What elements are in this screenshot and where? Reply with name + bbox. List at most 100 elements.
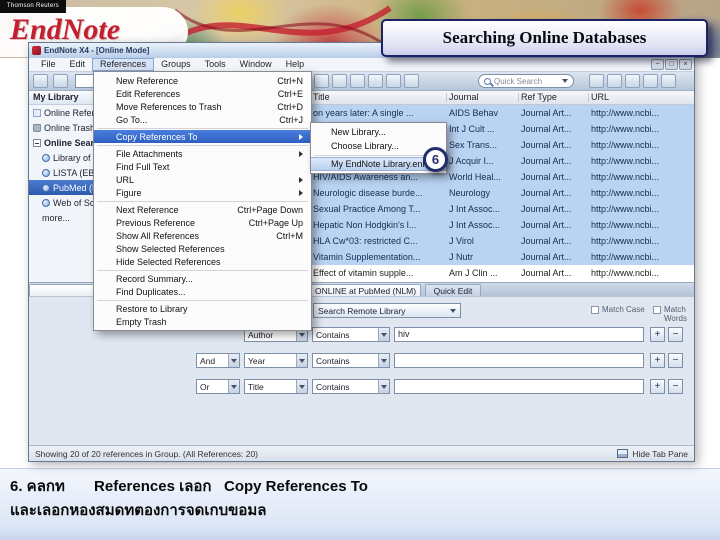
- thomson-reuters-logo: Thomson Reuters: [0, 0, 66, 13]
- field-select[interactable]: Year: [244, 353, 308, 368]
- submenu-arrow-icon: [299, 189, 303, 196]
- menu-item-url[interactable]: URL: [94, 173, 311, 186]
- help-icon[interactable]: [661, 74, 676, 88]
- go-to-word-icon[interactable]: [643, 74, 658, 88]
- chevron-down-icon: [562, 79, 568, 83]
- add-search-row-button[interactable]: +: [650, 379, 665, 394]
- menu-item-figure[interactable]: Figure: [94, 186, 311, 199]
- match-words-checkbox[interactable]: [653, 306, 661, 314]
- menu-window[interactable]: Window: [233, 58, 279, 71]
- menu-separator: [97, 200, 308, 202]
- caption-band: 6. คลกท References เลอก Copy References …: [0, 468, 720, 540]
- import-icon[interactable]: [350, 74, 365, 88]
- field-select[interactable]: Title: [244, 379, 308, 394]
- chevron-down-icon: [450, 308, 456, 313]
- chevron-down-icon: [231, 384, 237, 389]
- menu-tools[interactable]: Tools: [198, 58, 233, 71]
- column-divider[interactable]: [518, 93, 519, 102]
- column-journal[interactable]: Journal: [449, 91, 479, 104]
- match-case-checkbox[interactable]: [591, 306, 599, 314]
- integrated-mode-icon[interactable]: [33, 74, 48, 88]
- remove-search-row-button[interactable]: −: [668, 327, 683, 342]
- collapse-box-icon[interactable]: [33, 138, 41, 147]
- column-divider[interactable]: [446, 93, 447, 102]
- comparator-select[interactable]: Contains: [312, 327, 390, 342]
- add-search-row-button[interactable]: +: [650, 327, 665, 342]
- chevron-down-icon: [381, 358, 387, 363]
- references-menu: New Reference Ctrl+N Edit References Ctrl+…: [93, 71, 312, 331]
- add-search-row-button[interactable]: +: [650, 353, 665, 368]
- boolean-select[interactable]: And: [196, 353, 240, 368]
- chevron-down-icon: [299, 358, 305, 363]
- hide-tab-pane-icon[interactable]: [617, 449, 629, 458]
- copy-icon[interactable]: [589, 74, 604, 88]
- submenu-arrow-icon: [299, 176, 303, 183]
- doc-close-button[interactable]: ×: [679, 59, 692, 70]
- format-bibliography-icon[interactable]: [625, 74, 640, 88]
- comparator-select[interactable]: Contains: [312, 379, 390, 394]
- menu-item-copy-references-to[interactable]: Copy References To: [94, 130, 311, 143]
- menu-item-show-selected-references[interactable]: Show Selected References: [94, 242, 311, 255]
- hide-tab-pane-label[interactable]: Hide Tab Pane: [632, 449, 688, 459]
- search-term-input[interactable]: hiv: [394, 327, 644, 342]
- menu-item-edit-references[interactable]: Edit References Ctrl+E: [94, 87, 311, 100]
- menu-references[interactable]: References: [92, 58, 155, 71]
- submenu-item-new-library[interactable]: New Library...: [311, 125, 446, 139]
- endnote-logo: EndNote: [10, 13, 121, 46]
- column-ref-type[interactable]: Ref Type: [521, 91, 557, 104]
- remove-search-row-button[interactable]: −: [668, 353, 683, 368]
- chevron-down-icon: [299, 384, 305, 389]
- menu-item-restore-to-library[interactable]: Restore to Library: [94, 302, 311, 315]
- endnote-app-icon: [32, 46, 41, 55]
- menu-item-show-all-references[interactable]: Show All References Ctrl+M: [94, 229, 311, 242]
- online-search-icon[interactable]: [332, 74, 347, 88]
- menu-item-record-summary[interactable]: Record Summary...: [94, 272, 311, 285]
- globe-icon: [42, 168, 50, 177]
- remove-search-row-button[interactable]: −: [668, 379, 683, 394]
- open-link-icon[interactable]: [404, 74, 419, 88]
- online-mode-icon[interactable]: [53, 74, 68, 88]
- window-title: EndNote X4 - [Online Mode]: [44, 46, 150, 55]
- menu-item-find-full-text[interactable]: Find Full Text: [94, 160, 311, 173]
- search-term-input[interactable]: [394, 353, 644, 368]
- search-library-select[interactable]: Search Remote Library: [313, 303, 461, 318]
- globe-icon: [42, 198, 50, 207]
- menu-item-hide-selected-references[interactable]: Hide Selected References: [94, 255, 311, 268]
- menu-item-next-reference[interactable]: Next Reference Ctrl+Page Down: [94, 203, 311, 216]
- menu-edit[interactable]: Edit: [63, 58, 93, 71]
- menu-item-file-attachments[interactable]: File Attachments: [94, 147, 311, 160]
- menu-separator: [97, 299, 308, 301]
- slide-title: Searching Online Databases: [381, 19, 708, 57]
- menubar: File Edit References Groups Tools Window…: [29, 58, 694, 72]
- insert-citation-icon[interactable]: [607, 74, 622, 88]
- menu-item-go-to[interactable]: Go To... Ctrl+J: [94, 113, 311, 126]
- find-fulltext-icon[interactable]: [386, 74, 401, 88]
- menu-item-move-references-to-trash[interactable]: Move References to Trash Ctrl+D: [94, 100, 311, 113]
- menu-item-find-duplicates[interactable]: Find Duplicates...: [94, 285, 311, 298]
- menu-item-empty-trash[interactable]: Empty Trash: [94, 315, 311, 328]
- doc-restore-button[interactable]: □: [665, 59, 678, 70]
- statusbar: Showing 20 of 20 references in Group. (A…: [29, 445, 694, 461]
- step-badge: 6: [423, 147, 448, 172]
- menu-item-previous-reference[interactable]: Previous Reference Ctrl+Page Up: [94, 216, 311, 229]
- references-icon: [33, 108, 41, 117]
- menu-file[interactable]: File: [34, 58, 63, 71]
- match-case-label: Match Case: [602, 305, 645, 314]
- quick-search-input[interactable]: Quick Search: [478, 74, 574, 88]
- search-icon: [484, 77, 491, 85]
- new-reference-icon[interactable]: [314, 74, 329, 88]
- menu-item-new-reference[interactable]: New Reference Ctrl+N: [94, 74, 311, 87]
- search-term-input[interactable]: [394, 379, 644, 394]
- column-divider[interactable]: [588, 93, 589, 102]
- export-icon[interactable]: [368, 74, 383, 88]
- comparator-select[interactable]: Contains: [312, 353, 390, 368]
- chevron-down-icon: [299, 332, 305, 337]
- column-title[interactable]: Title: [313, 91, 330, 104]
- doc-minimize-button[interactable]: −: [651, 59, 664, 70]
- slide: Thomson Reuters EndNote Searching Online…: [0, 0, 720, 540]
- menu-help[interactable]: Help: [279, 58, 312, 71]
- menu-groups[interactable]: Groups: [154, 58, 198, 71]
- boolean-select[interactable]: Or: [196, 379, 240, 394]
- column-url[interactable]: URL: [591, 91, 609, 104]
- menu-separator: [97, 144, 308, 146]
